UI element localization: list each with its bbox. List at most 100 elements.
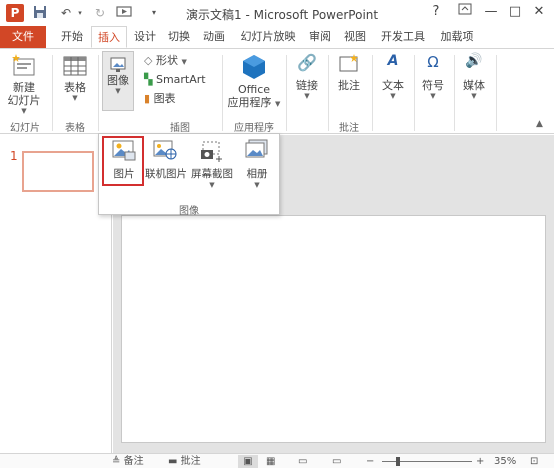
smartart-button[interactable]: ▚ SmartArt — [144, 71, 206, 89]
customize-qat-icon[interactable]: ▾ — [146, 5, 162, 21]
chart-button[interactable]: ▮ 图表 — [144, 90, 176, 108]
online-picture-icon — [145, 138, 185, 166]
office-apps-label: Office — [237, 83, 271, 96]
close-button[interactable]: ✕ — [528, 3, 550, 21]
new-slide-label-2: 幻灯片 — [7, 94, 41, 107]
minimize-button[interactable]: — — [480, 3, 502, 21]
zoom-out-button[interactable]: − — [366, 455, 374, 468]
smartart-label: SmartArt — [155, 73, 206, 86]
normal-view-button[interactable]: ▣ — [238, 455, 258, 468]
shapes-button[interactable]: ◇ 形状 ▼ — [144, 52, 187, 70]
help-button[interactable]: ? — [425, 3, 447, 21]
tab-home[interactable]: 开始 — [55, 26, 89, 48]
notes-button[interactable]: ≜ 备注 — [112, 455, 144, 468]
slide-number: 1 — [10, 149, 18, 163]
links-button[interactable]: 🔗 链接 ▼ — [290, 53, 324, 100]
group-label-slides: 幻灯片 — [10, 123, 40, 134]
group-divider — [222, 55, 223, 131]
images-label: 图像 — [107, 74, 129, 87]
table-icon — [56, 53, 94, 81]
notes-label: 备注 — [123, 456, 144, 467]
slideshow-button[interactable]: ▭ — [332, 455, 341, 468]
chevron-down-icon: ▼ — [209, 181, 215, 189]
undo-dropdown-icon[interactable]: ▾ — [72, 5, 88, 21]
media-label: 媒体 — [463, 79, 485, 92]
text-button[interactable]: A 文本 ▼ — [376, 53, 410, 100]
fit-to-window-button[interactable]: ⊡ — [530, 455, 538, 468]
office-apps-label-2: 应用程序 ▼ — [226, 96, 282, 109]
group-label-comments: 批注 — [339, 123, 359, 134]
screenshot-icon — [189, 138, 235, 166]
group-label-apps: 应用程序 — [234, 123, 274, 134]
restore-button[interactable]: □ — [504, 3, 526, 21]
chevron-down-icon: ▼ — [304, 92, 310, 100]
group-divider — [372, 55, 373, 131]
save-icon[interactable] — [32, 5, 48, 21]
tab-addins[interactable]: 加载项 — [435, 26, 479, 48]
tab-developer[interactable]: 开发工具 — [376, 26, 430, 48]
tab-review[interactable]: 审阅 — [304, 26, 336, 48]
slide-sorter-button[interactable]: ▦ — [266, 455, 275, 468]
slideshow-from-start-icon[interactable] — [116, 5, 132, 21]
tab-file[interactable]: 文件 — [0, 26, 46, 48]
ribbon-display-options-icon[interactable] — [454, 3, 476, 21]
window-title: 演示文稿1 - Microsoft PowerPoint — [186, 8, 379, 22]
office-store-icon — [226, 53, 282, 83]
new-slide-button[interactable]: 新建 幻灯片 ▼ — [4, 53, 44, 115]
powerpoint-logo-icon: P — [6, 4, 24, 22]
slide-thumbnail[interactable] — [22, 151, 94, 192]
reading-view-button[interactable]: ▭ — [298, 455, 307, 468]
tab-design[interactable]: 设计 — [129, 26, 161, 48]
group-divider — [286, 55, 287, 131]
slide-canvas[interactable] — [121, 215, 546, 443]
tab-slideshow[interactable]: 幻灯片放映 — [236, 26, 300, 48]
table-button[interactable]: 表格 ▼ — [56, 53, 94, 102]
new-slide-icon — [4, 53, 44, 81]
comments-button[interactable]: ▬ 批注 — [168, 455, 201, 468]
status-bar: ≜ 备注 ▬ 批注 ▣ ▦ ▭ ▭ − + 35% ⊡ — [0, 453, 554, 468]
tab-insert[interactable]: 插入 — [91, 26, 127, 48]
group-divider — [454, 55, 455, 131]
group-label-tables: 表格 — [65, 123, 85, 134]
table-label: 表格 — [64, 81, 86, 94]
link-icon: 🔗 — [297, 53, 317, 72]
tab-view[interactable]: 视图 — [339, 26, 371, 48]
tab-animations[interactable]: 动画 — [198, 26, 230, 48]
chevron-down-icon: ▼ — [254, 181, 260, 189]
chevron-down-icon: ▼ — [21, 107, 27, 115]
online-picture-label: 联机图片 — [145, 168, 187, 180]
photo-album-button[interactable]: 相册 ▼ — [239, 138, 275, 189]
zoom-slider-thumb[interactable] — [396, 457, 400, 466]
office-apps-button[interactable]: Office 应用程序 ▼ — [226, 53, 282, 109]
smartart-icon: ▚ — [144, 73, 153, 86]
notes-icon: ≜ — [112, 456, 121, 467]
comment-icon — [332, 53, 366, 79]
comment-button[interactable]: 批注 — [332, 53, 366, 92]
fit-to-window-icon: ⊡ — [530, 456, 539, 467]
chevron-down-icon: ▼ — [275, 100, 281, 108]
slide-sorter-icon: ▦ — [266, 456, 276, 467]
text-label: 文本 — [382, 79, 404, 92]
symbols-button[interactable]: Ω 符号 ▼ — [416, 53, 450, 100]
group-label-images: 图像 — [179, 206, 199, 217]
picture-button[interactable]: 图片 — [105, 138, 143, 181]
tab-transitions[interactable]: 切换 — [163, 26, 195, 48]
group-divider — [496, 55, 497, 131]
redo-icon[interactable]: ↻ — [92, 5, 108, 21]
group-divider — [52, 55, 53, 131]
chart-icon: ▮ — [144, 92, 151, 105]
images-button[interactable]: 图像 ▼ — [102, 51, 134, 111]
slideshow-icon: ▭ — [332, 456, 342, 467]
collapse-ribbon-icon[interactable]: ▲ — [536, 119, 543, 129]
zoom-level[interactable]: 35% — [494, 455, 516, 468]
photo-album-icon — [239, 138, 275, 166]
chart-label: 图表 — [153, 92, 176, 105]
zoom-in-button[interactable]: + — [476, 455, 484, 468]
speaker-icon: 🔊 — [465, 53, 483, 69]
screenshot-button[interactable]: 屏幕截图 ▼ — [189, 138, 235, 189]
chevron-down-icon: ▼ — [471, 92, 477, 100]
online-picture-button[interactable]: 联机图片 — [145, 138, 187, 181]
media-button[interactable]: 🔊 媒体 ▼ — [456, 53, 492, 100]
group-divider — [98, 55, 99, 131]
ribbon-insert: 新建 幻灯片 ▼ 幻灯片 表格 ▼ 表格 图像 ▼ ◇ 形状 ▼ ▚ Smart… — [0, 48, 554, 134]
